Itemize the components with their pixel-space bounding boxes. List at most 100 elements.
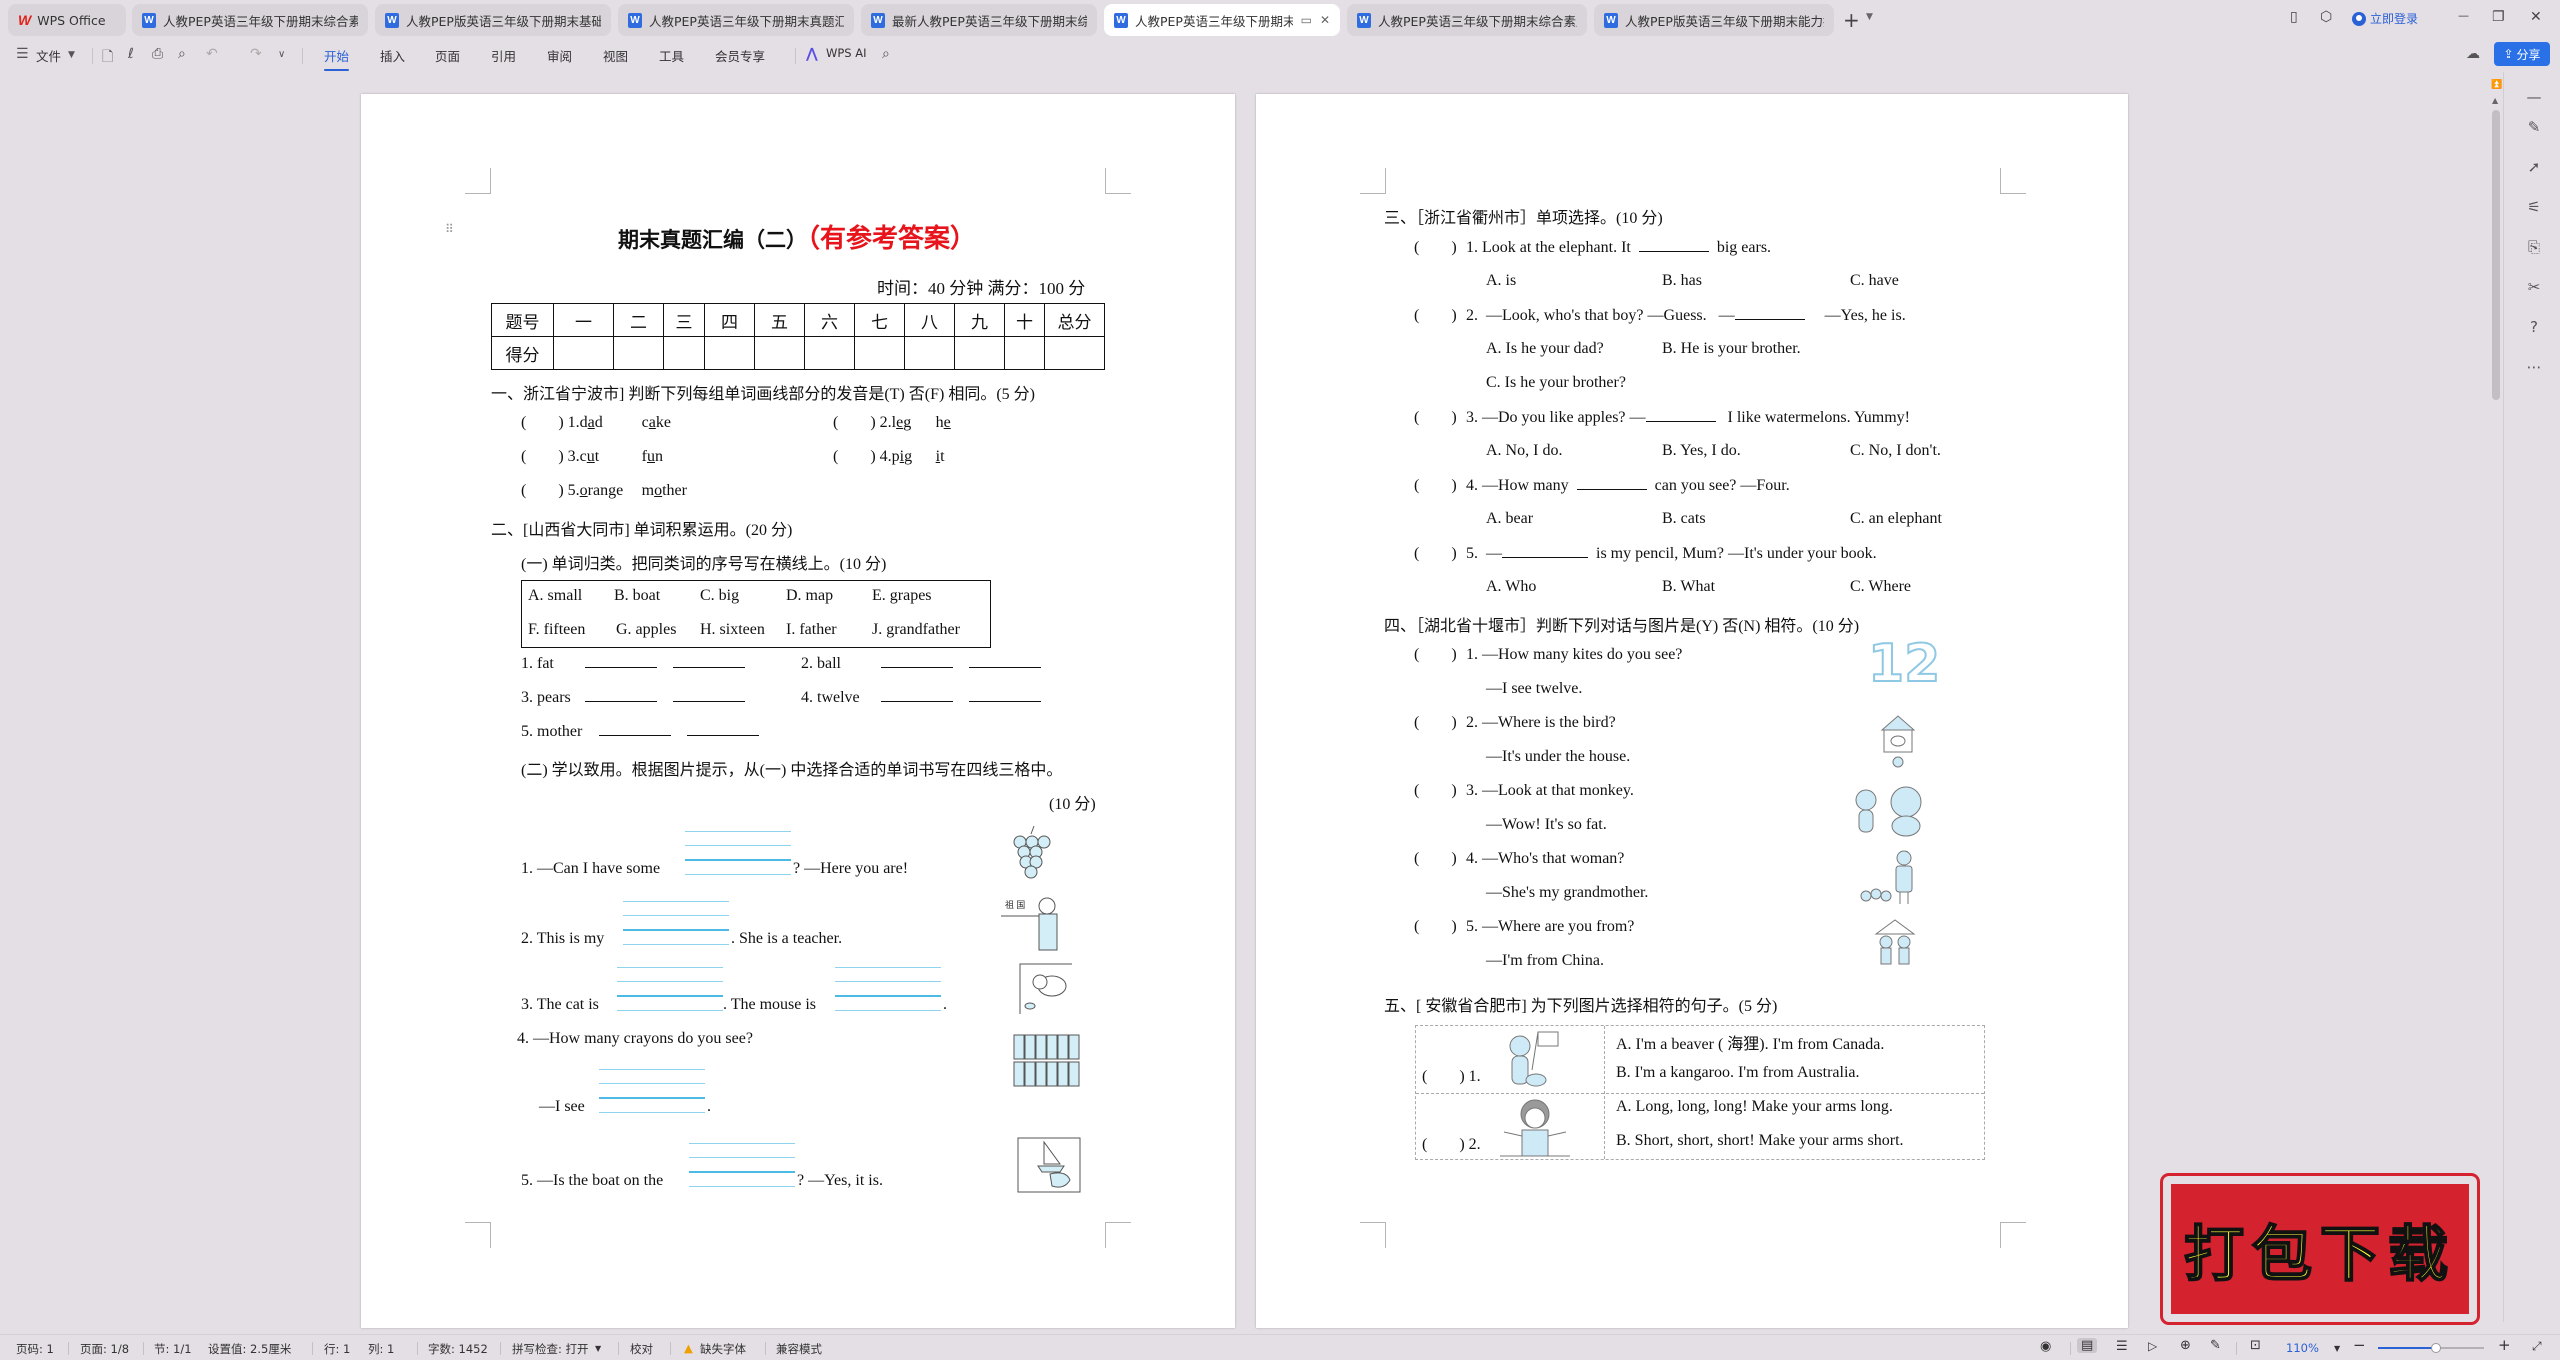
score-cell[interactable] (854, 336, 905, 370)
score-cell[interactable] (1044, 336, 1105, 370)
answer-blank[interactable] (585, 654, 657, 668)
score-cell[interactable] (954, 336, 1005, 370)
vertical-scrollbar[interactable] (2492, 110, 2500, 400)
outline-view-icon[interactable]: ☰ (2116, 1339, 2128, 1354)
drag-handle-icon[interactable]: ⠿ (445, 222, 454, 236)
score-cell[interactable] (804, 336, 855, 370)
four-line-grid[interactable] (835, 967, 941, 1011)
zoom-slider-knob[interactable] (2431, 1343, 2442, 1353)
pen-mode-icon[interactable]: ✎ (2210, 1338, 2221, 1353)
chevron-down-icon[interactable]: ▼ (68, 50, 75, 60)
tab-document[interactable]: W 人教PEP英语三年级下册期末综合素质 (1347, 4, 1587, 36)
tab-document[interactable]: W 最新人教PEP英语三年级下册期末综合 (861, 4, 1097, 36)
cursor-select-icon[interactable]: ➚ (2524, 158, 2544, 176)
chevron-down-icon[interactable]: ▼ (595, 1344, 601, 1353)
wps-ai-icon[interactable]: ⋀ (806, 46, 818, 62)
status-page-number[interactable]: 页码: 1 (16, 1341, 54, 1357)
answer-blank[interactable] (585, 688, 657, 702)
file-menu[interactable]: 文件 (36, 46, 61, 65)
zoom-in-button[interactable]: + (2498, 1336, 2511, 1354)
score-cell[interactable] (613, 336, 664, 370)
score-cell[interactable] (754, 336, 805, 370)
status-compat-mode[interactable]: 兼容模式 (776, 1341, 822, 1357)
status-setting[interactable]: 设置值: 2.5厘米 (208, 1341, 291, 1357)
answer-blank[interactable] (673, 688, 745, 702)
print-preview-icon[interactable]: ⌕ (178, 46, 186, 62)
zoom-dropdown-icon[interactable]: ▼ (2334, 1344, 2340, 1353)
tools-icon[interactable]: ✂ (2524, 278, 2544, 296)
page-view-icon[interactable]: ▤ (2077, 1338, 2098, 1353)
cube-icon[interactable]: ⬡ (2320, 9, 2332, 25)
minimize-button[interactable]: — (2458, 9, 2469, 22)
style-brush-icon[interactable]: ⎘ (2524, 238, 2544, 256)
format-painter-icon[interactable]: ℓ (128, 46, 134, 62)
answer-blank[interactable] (599, 722, 671, 736)
status-row[interactable]: 行: 1 (324, 1341, 350, 1357)
answer-blank[interactable] (687, 722, 759, 736)
four-line-grid[interactable] (617, 967, 723, 1011)
collapse-icon[interactable]: — (2524, 88, 2544, 106)
status-spell-check[interactable]: 拼写检查: 打开 (512, 1341, 589, 1357)
undo-icon[interactable]: ↶ (206, 46, 218, 62)
more-icon[interactable]: ⋯ (2524, 358, 2544, 376)
answer-blank[interactable] (969, 654, 1041, 668)
tab-document[interactable]: W 人教PEP英语三年级下册期末综合素质 (132, 4, 368, 36)
answer-blank[interactable] (1734, 306, 1805, 320)
answer-blank[interactable] (673, 654, 745, 668)
answer-blank[interactable] (1638, 238, 1709, 252)
ribbon-tab-tools[interactable]: 工具 (659, 46, 684, 65)
login-button[interactable]: 立即登录 (2352, 10, 2418, 27)
more-chevron-icon[interactable]: ∨ (278, 49, 285, 60)
score-cell[interactable] (1004, 336, 1045, 370)
answer-blank[interactable] (1576, 476, 1647, 490)
scroll-to-top-icon[interactable]: ⏫ (2491, 80, 2502, 90)
four-line-grid[interactable] (599, 1069, 705, 1113)
four-line-grid[interactable] (623, 901, 729, 945)
zoom-level[interactable]: 110% (2286, 1341, 2319, 1355)
download-package-banner[interactable]: 打包下载 (2163, 1176, 2477, 1322)
play-icon[interactable]: ▷ (2148, 1339, 2157, 1353)
redo-icon[interactable]: ↷ (250, 46, 262, 62)
four-line-grid[interactable] (689, 1143, 795, 1187)
status-column[interactable]: 列: 1 (368, 1341, 394, 1357)
ribbon-tab-review[interactable]: 审阅 (547, 46, 572, 65)
ribbon-tab-insert[interactable]: 插入 (380, 46, 405, 65)
ribbon-tab-home[interactable]: 开始 (324, 46, 350, 71)
zoom-out-button[interactable]: − (2353, 1336, 2366, 1354)
wps-ai-button[interactable]: WPS AI (826, 46, 867, 60)
status-section[interactable]: 节: 1/1 (154, 1341, 192, 1357)
new-tab-button[interactable]: + (1843, 8, 1860, 32)
adjust-sliders-icon[interactable]: ⚟ (2524, 198, 2544, 216)
document-page-2[interactable]: 三、［浙江省衢州市］单项选择。(10 分) ( ) 1. Look at the … (1256, 94, 2128, 1328)
tab-document[interactable]: W 人教PEP版英语三年级下册期末基础达 (375, 4, 611, 36)
restore-button[interactable]: ❐ (2492, 9, 2505, 25)
print-icon[interactable]: ⎙ (152, 46, 163, 62)
close-window-button[interactable]: ✕ (2530, 9, 2542, 25)
document-page-1[interactable]: ⠿ 期末真题汇编（二）（有参考答案） 时间：40 分钟 满分：100 分 题号 … (361, 94, 1235, 1328)
fit-page-icon[interactable]: ⊡ (2250, 1338, 2261, 1353)
answer-blank[interactable] (881, 688, 953, 702)
answer-blank[interactable] (969, 688, 1041, 702)
status-missing-font[interactable]: 缺失字体 (700, 1341, 746, 1357)
menu-icon[interactable]: ☰ (16, 46, 29, 62)
web-view-icon[interactable]: ⊕ (2180, 1338, 2191, 1353)
tablet-mode-icon[interactable]: ▯ (2290, 9, 2298, 25)
ribbon-tab-member[interactable]: 会员专享 (715, 46, 765, 65)
score-cell[interactable] (663, 336, 705, 370)
pen-edit-icon[interactable]: ✎ (2524, 118, 2544, 136)
search-icon[interactable]: ⌕ (882, 46, 890, 62)
score-cell[interactable] (904, 336, 955, 370)
fullscreen-icon[interactable]: ⤢ (2532, 1339, 2542, 1354)
score-cell[interactable] (704, 336, 755, 370)
answer-blank[interactable] (881, 654, 953, 668)
tab-wps-office[interactable]: W WPS Office (8, 4, 126, 36)
ribbon-tab-page[interactable]: 页面 (435, 46, 460, 65)
answer-blank[interactable] (1502, 544, 1588, 558)
tab-document[interactable]: W 人教PEP版英语三年级下册期末能力提 (1594, 4, 1834, 36)
four-line-grid[interactable] (685, 831, 791, 875)
eye-protection-icon[interactable]: ◉ (2040, 1339, 2051, 1354)
zoom-slider[interactable] (2378, 1343, 2484, 1353)
monitor-icon[interactable]: ▭ (1301, 13, 1312, 27)
ribbon-tab-view[interactable]: 视图 (603, 46, 628, 65)
tab-document-active[interactable]: W 人教PEP英语三年级下册期末真 ▭ ✕ (1104, 4, 1340, 36)
